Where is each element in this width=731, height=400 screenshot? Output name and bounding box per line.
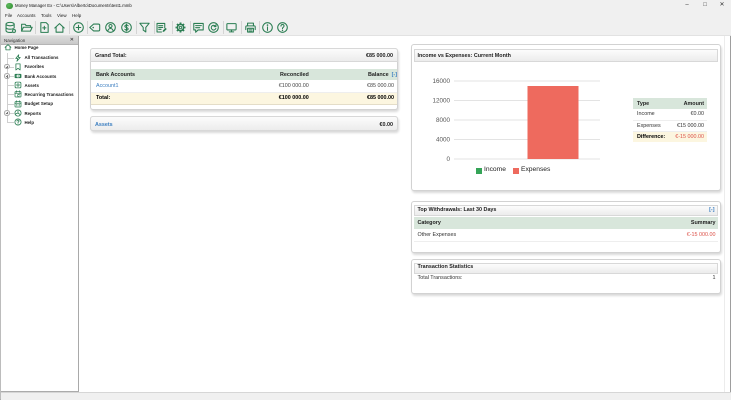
svg-text:0: 0	[446, 156, 450, 163]
svg-text:4000: 4000	[436, 137, 451, 144]
svg-text:16000: 16000	[432, 78, 450, 85]
svg-text:8000: 8000	[436, 117, 451, 124]
svg-text:12000: 12000	[432, 98, 450, 105]
